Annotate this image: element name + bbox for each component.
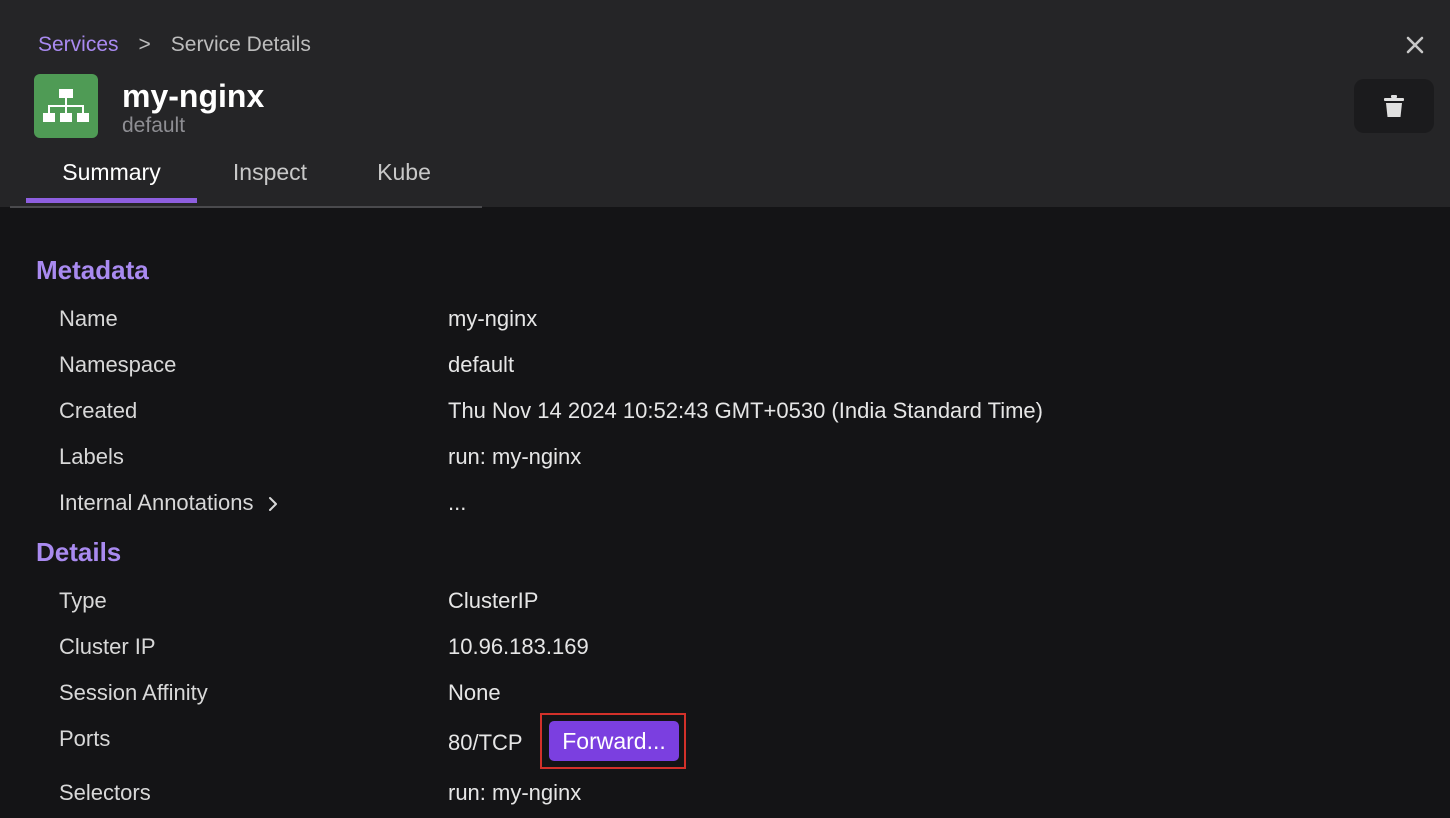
breadcrumb-services-link[interactable]: Services (38, 33, 119, 57)
labels-value: run: my-nginx (448, 444, 582, 469)
ports-label: Ports (59, 726, 111, 751)
service-details-panel: Services > Service Details my-nginx defa… (0, 0, 1450, 818)
internal-annotations-value: ... (448, 490, 467, 515)
breadcrumb: Services > Service Details (38, 31, 311, 59)
service-name-title: my-nginx (122, 78, 265, 114)
tab-kube[interactable]: Kube (356, 150, 452, 200)
name-value: my-nginx (448, 306, 538, 331)
metadata-heading: Metadata (36, 255, 149, 285)
session-affinity-value: None (448, 680, 501, 705)
created-label: Created (59, 398, 138, 423)
type-label: Type (59, 588, 107, 613)
selectors-label: Selectors (59, 780, 151, 805)
cluster-ip-label: Cluster IP (59, 634, 156, 659)
trash-icon (1384, 95, 1404, 117)
internal-annotations-label: Internal Annotations (59, 490, 254, 515)
created-value: Thu Nov 14 2024 10:52:43 GMT+0530 (India… (448, 398, 1043, 423)
ports-value: 80/TCP (448, 730, 523, 755)
service-network-icon (34, 74, 98, 138)
namespace-label: Namespace (59, 352, 177, 377)
cluster-ip-value: 10.96.183.169 (448, 634, 589, 659)
active-tab-indicator (26, 198, 197, 203)
breadcrumb-separator: > (138, 33, 151, 56)
delete-button[interactable] (1354, 79, 1434, 133)
internal-annotations-toggle[interactable]: Internal Annotations (59, 489, 278, 517)
session-affinity-label: Session Affinity (59, 680, 208, 705)
service-namespace-subtitle: default (122, 114, 186, 137)
breadcrumb-current: Service Details (170, 33, 311, 56)
labels-label: Labels (59, 444, 124, 469)
name-label: Name (59, 306, 118, 331)
close-icon (1406, 36, 1424, 54)
port-forward-button[interactable]: Forward... (549, 721, 679, 761)
chevron-right-icon (268, 497, 277, 512)
header: Services > Service Details my-nginx defa… (0, 0, 1450, 208)
tab-summary[interactable]: Summary (26, 150, 197, 200)
close-button[interactable] (1398, 28, 1432, 62)
details-heading: Details (36, 537, 122, 567)
namespace-value: default (448, 352, 515, 377)
forward-button-highlight: Forward... (540, 713, 686, 769)
selectors-value: run: my-nginx (448, 780, 582, 805)
tab-bar: Summary Inspect Kube (10, 150, 482, 208)
tab-inspect[interactable]: Inspect (208, 150, 332, 200)
type-value: ClusterIP (448, 588, 539, 613)
